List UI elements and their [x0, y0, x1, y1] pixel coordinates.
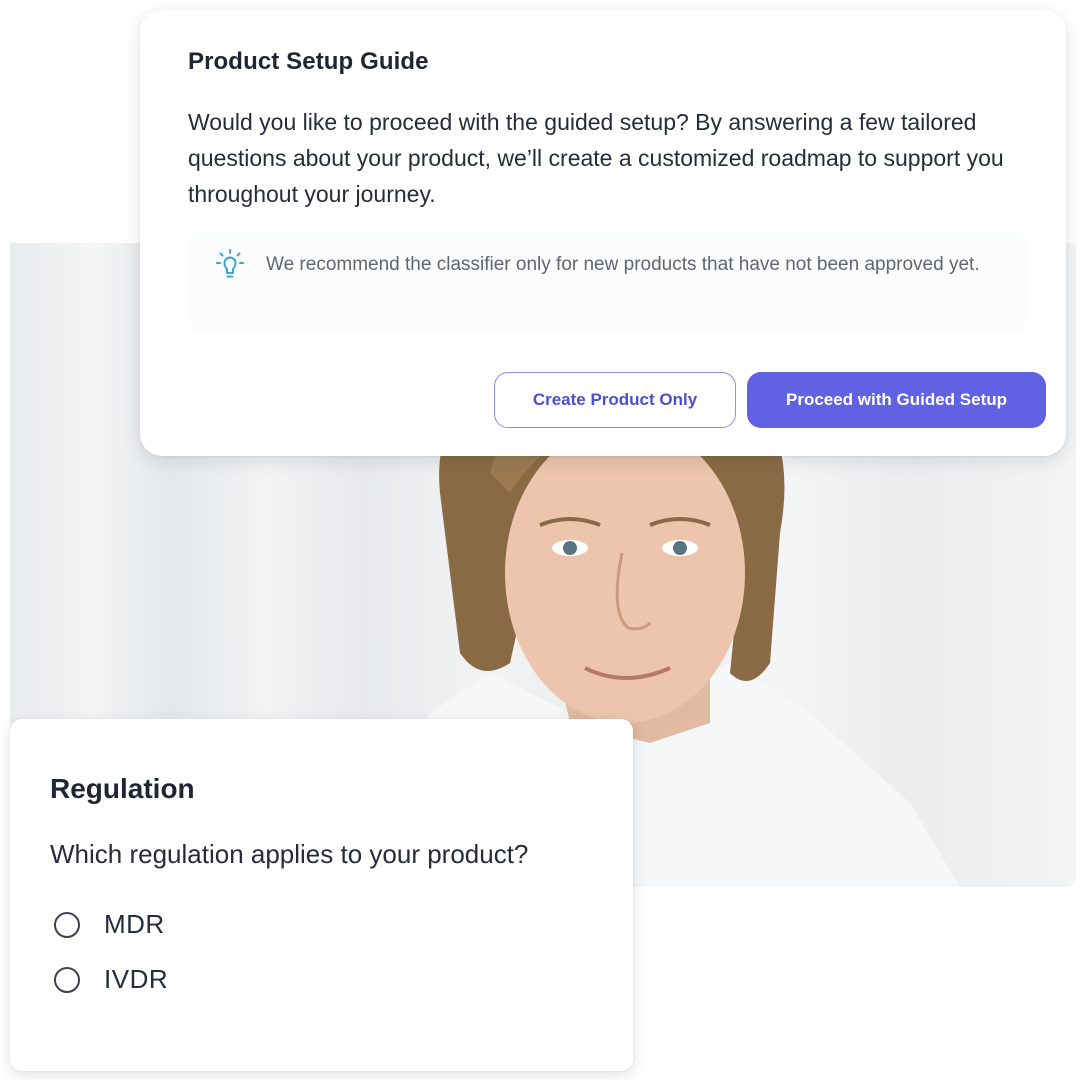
- proceed-guided-setup-button[interactable]: Proceed with Guided Setup: [747, 372, 1046, 428]
- regulation-question: Which regulation applies to your product…: [50, 839, 529, 869]
- regulation-title: Regulation: [50, 773, 195, 804]
- radio-button[interactable]: [54, 911, 80, 938]
- create-product-only-button[interactable]: Create Product Only: [494, 372, 736, 428]
- lightbulb-icon: [212, 248, 248, 284]
- recommendation-tip: We recommend the classifier only for new…: [190, 232, 1026, 332]
- dialog-title: Product Setup Guide: [188, 48, 429, 75]
- radio-label: IVDR: [104, 964, 169, 994]
- radio-option-ivdr[interactable]: IVDR: [54, 964, 168, 995]
- tip-text: We recommend the classifier only for new…: [266, 254, 980, 275]
- radio-button[interactable]: [54, 966, 80, 993]
- dialog-body-text: Would you like to proceed with the guide…: [188, 109, 1004, 207]
- setup-guide-dialog: Product Setup Guide Would you like to pr…: [140, 10, 1066, 456]
- regulation-card: Regulation Which regulation applies to y…: [10, 719, 633, 1071]
- radio-label: MDR: [104, 909, 165, 939]
- radio-option-mdr[interactable]: MDR: [54, 909, 165, 940]
